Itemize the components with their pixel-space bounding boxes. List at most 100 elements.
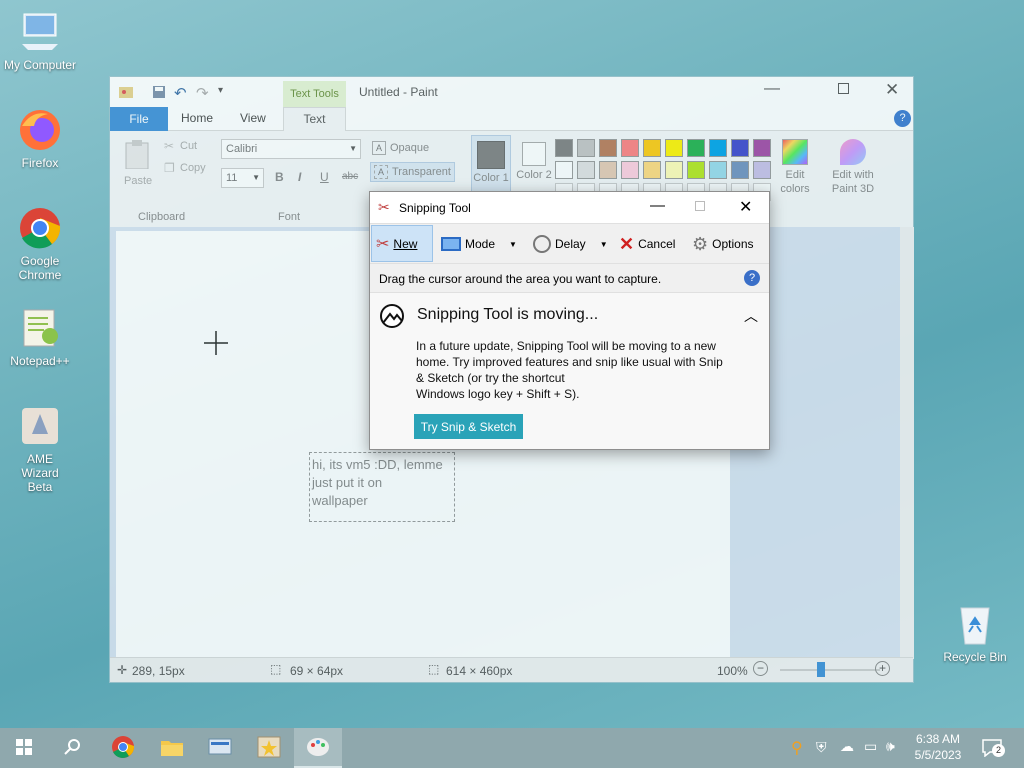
volume-icon[interactable]: 🕪: [886, 738, 895, 755]
color-swatch[interactable]: [555, 139, 573, 157]
clock-date: 5/5/2023: [914, 748, 962, 762]
desktop-icon-label: Recycle Bin: [943, 650, 1007, 664]
sync-off-icon[interactable]: ☁: [840, 738, 854, 755]
text-box-line: just put it on: [312, 475, 383, 490]
notice-heading: Snipping Tool is moving...: [417, 306, 599, 323]
color-swatch[interactable]: [731, 161, 749, 179]
edit-colors-button[interactable]: Edit colors: [774, 139, 816, 195]
zoom-in-button[interactable]: +: [875, 661, 890, 676]
color-swatch[interactable]: [709, 139, 727, 157]
copy-button[interactable]: Copy: [180, 162, 206, 174]
options-button[interactable]: ⚙ Options: [692, 232, 754, 256]
delay-button[interactable]: Delay ▼: [533, 232, 608, 256]
color-swatch[interactable]: [665, 161, 683, 179]
window-app-icon: [208, 737, 232, 760]
chrome-icon: [18, 206, 62, 250]
taskbar-paint[interactable]: [294, 728, 342, 768]
cut-icon[interactable]: ✂: [164, 139, 174, 153]
help-icon[interactable]: ?: [744, 270, 760, 286]
save-icon[interactable]: [152, 85, 166, 102]
taskbar: ⚲ ⛨ ☁ ▭ 🕪 6:38 AM 5/5/2023 2: [0, 728, 1024, 768]
maximize-button[interactable]: [838, 83, 849, 94]
search-button[interactable]: [48, 728, 96, 768]
desktop-icon-recycle-bin[interactable]: Recycle Bin: [935, 602, 1015, 664]
transparent-icon: A: [374, 165, 388, 179]
tab-file[interactable]: File: [110, 107, 168, 131]
new-snip-button[interactable]: ✂ New: [371, 225, 433, 262]
strikethrough-button[interactable]: abc: [342, 171, 358, 182]
paste-icon[interactable]: [124, 139, 150, 172]
taskbar-app-window[interactable]: [196, 728, 244, 768]
tab-home[interactable]: Home: [181, 111, 213, 125]
redo-icon[interactable]: ↷: [196, 84, 209, 102]
undo-icon[interactable]: ↶: [174, 84, 187, 102]
zoom-slider[interactable]: [780, 669, 880, 671]
color-swatch[interactable]: [709, 161, 727, 179]
copy-icon[interactable]: ❐: [164, 161, 175, 175]
transparent-option[interactable]: A Transparent: [370, 162, 455, 182]
color-swatch[interactable]: [599, 161, 617, 179]
color1-button[interactable]: Color 1: [471, 135, 511, 193]
security-shield-icon[interactable]: ⛨: [816, 739, 827, 756]
text-box[interactable]: hi, its vm5 :DD, lemme just put it on wa…: [309, 452, 455, 522]
minimize-button[interactable]: —: [764, 80, 780, 98]
action-center-button[interactable]: 2: [982, 739, 1005, 760]
taskbar-chrome[interactable]: [99, 728, 147, 768]
help-icon[interactable]: ?: [894, 110, 911, 127]
underline-button[interactable]: U: [320, 170, 329, 184]
cut-button[interactable]: Cut: [180, 140, 197, 152]
edit-paint3d-button[interactable]: Edit with Paint 3D: [824, 139, 882, 195]
font-name-select[interactable]: Calibri ▼: [221, 139, 361, 159]
tab-text[interactable]: Text: [283, 107, 346, 132]
collapse-chevron-icon[interactable]: ︿: [744, 306, 758, 326]
snip-close-button[interactable]: ✕: [739, 197, 752, 217]
tab-view[interactable]: View: [240, 111, 266, 125]
desktop-icon-notepadpp[interactable]: Notepad++: [0, 306, 80, 368]
color-swatch[interactable]: [621, 161, 639, 179]
paste-button[interactable]: Paste: [124, 175, 152, 187]
color-swatch[interactable]: [665, 139, 683, 157]
notice-line: In a future update, Snipping Tool will b…: [416, 339, 716, 353]
ribbon-tabs: File Home View Text ?: [110, 107, 913, 132]
color-swatch[interactable]: [643, 161, 661, 179]
color-swatch[interactable]: [555, 161, 573, 179]
opaque-option[interactable]: A Opaque: [372, 139, 429, 157]
color-swatch[interactable]: [687, 161, 705, 179]
desktop-icon-chrome[interactable]: Google Chrome: [0, 206, 80, 282]
vertical-scrollbar[interactable]: [900, 227, 914, 659]
network-icon[interactable]: ▭: [864, 738, 877, 755]
color-swatch[interactable]: [599, 139, 617, 157]
italic-button[interactable]: I: [298, 170, 301, 184]
font-size-select[interactable]: 11 ▼: [221, 168, 264, 188]
color-swatch[interactable]: [753, 139, 771, 157]
bold-button[interactable]: B: [275, 170, 284, 184]
snipping-tool-window: ✂ Snipping Tool — ✕ ✂ New Mode ▼ Delay ▼…: [369, 191, 770, 450]
zoom-out-button[interactable]: −: [753, 661, 768, 676]
color-swatch[interactable]: [621, 139, 639, 157]
color2-button[interactable]: Color 2: [514, 135, 554, 193]
options-label: Options: [712, 237, 754, 251]
context-tab-header: Text Tools: [283, 81, 346, 107]
color-swatch[interactable]: [577, 161, 595, 179]
search-highlight-icon[interactable]: ⚲: [791, 738, 803, 758]
snip-minimize-button[interactable]: —: [650, 197, 665, 214]
desktop-icon-my-computer[interactable]: My Computer: [0, 10, 80, 72]
color-swatch[interactable]: [731, 139, 749, 157]
desktop-icon-ame-wizard[interactable]: AME Wizard Beta: [0, 404, 80, 494]
color-swatch[interactable]: [577, 139, 595, 157]
color-swatch[interactable]: [687, 139, 705, 157]
clock[interactable]: 6:38 AM 5/5/2023: [905, 731, 971, 763]
quick-access-dropdown-icon[interactable]: ▾: [218, 85, 223, 96]
desktop-icon-firefox[interactable]: Firefox: [0, 108, 80, 170]
color-swatch[interactable]: [753, 161, 771, 179]
mode-button[interactable]: Mode ▼: [441, 232, 517, 256]
close-button[interactable]: ✕: [885, 80, 899, 100]
zoom-slider-thumb[interactable]: [817, 662, 825, 677]
start-button[interactable]: [0, 728, 48, 768]
taskbar-favorites[interactable]: [245, 728, 293, 768]
taskbar-file-explorer[interactable]: [148, 728, 196, 768]
cancel-button[interactable]: ✕ Cancel: [619, 232, 675, 256]
mode-label: Mode: [465, 237, 496, 251]
color-swatch[interactable]: [643, 139, 661, 157]
try-snip-sketch-button[interactable]: Try Snip & Sketch: [414, 414, 523, 439]
